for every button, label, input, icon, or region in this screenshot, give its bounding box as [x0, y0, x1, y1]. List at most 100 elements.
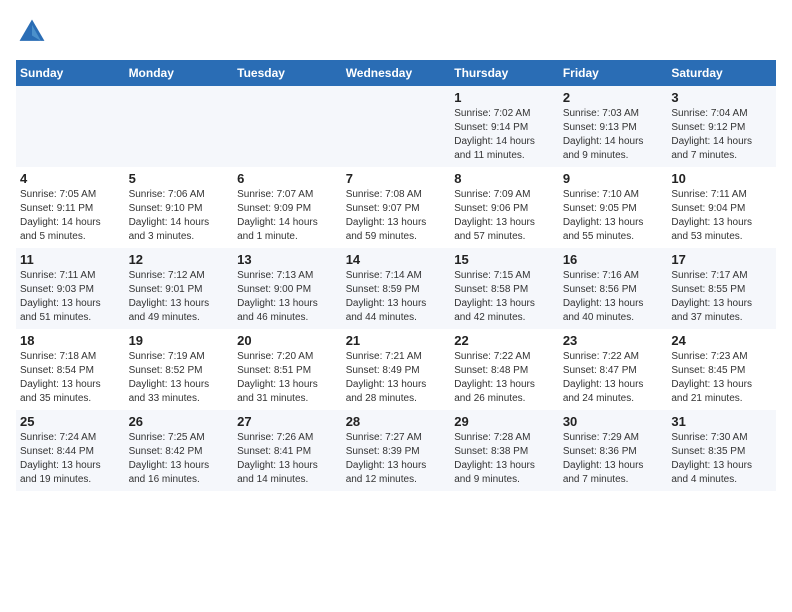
- day-detail: Sunrise: 7:03 AM Sunset: 9:13 PM Dayligh…: [563, 107, 664, 163]
- calendar-cell: [125, 86, 234, 167]
- day-number: 21: [346, 333, 447, 348]
- calendar-cell: 1 Sunrise: 7:02 AM Sunset: 9:14 PM Daylig…: [450, 86, 559, 167]
- calendar-cell: 22Sunrise: 7:22 AM Sunset: 8:48 PM Dayli…: [450, 329, 559, 410]
- calendar-cell: 13 Sunrise: 7:13 AM Sunset: 9:00 PM Dayli…: [233, 248, 342, 329]
- day-detail: Sunrise: 7:02 AM Sunset: 9:14 PM Dayligh…: [454, 107, 555, 163]
- day-number: 25: [20, 414, 121, 429]
- calendar-cell: 4Sunrise: 7:05 AM Sunset: 9:11 PM Daylig…: [16, 167, 125, 248]
- calendar-cell: 2 Sunrise: 7:03 AM Sunset: 9:13 PM Daylig…: [559, 86, 668, 167]
- day-detail: Sunrise: 7:19 AM Sunset: 8:52 PM Dayligh…: [129, 350, 230, 406]
- day-number: 7: [346, 171, 447, 186]
- calendar-cell: 8 Sunrise: 7:09 AM Sunset: 9:06 PM Daylig…: [450, 167, 559, 248]
- calendar-cell: 30 Sunrise: 7:29 AM Sunset: 8:36 PM Dayli…: [559, 410, 668, 491]
- day-detail: Sunrise: 7:04 AM Sunset: 9:12 PM Dayligh…: [671, 107, 772, 163]
- day-detail: Sunrise: 7:07 AM Sunset: 9:09 PM Dayligh…: [237, 188, 338, 244]
- day-detail: Sunrise: 7:10 AM Sunset: 9:05 PM Dayligh…: [563, 188, 664, 244]
- header-day-friday: Friday: [559, 60, 668, 86]
- calendar-cell: 16 Sunrise: 7:16 AM Sunset: 8:56 PM Dayli…: [559, 248, 668, 329]
- calendar-cell: 17 Sunrise: 7:17 AM Sunset: 8:55 PM Dayli…: [667, 248, 776, 329]
- day-detail: Sunrise: 7:22 AM Sunset: 8:48 PM Dayligh…: [454, 350, 555, 406]
- header-day-sunday: Sunday: [16, 60, 125, 86]
- calendar-cell: 25 Sunrise: 7:24 AM Sunset: 8:44 PM Dayli…: [16, 410, 125, 491]
- calendar-week-row: 25 Sunrise: 7:24 AM Sunset: 8:44 PM Dayli…: [16, 410, 776, 491]
- day-number: 26: [129, 414, 230, 429]
- calendar-cell: [342, 86, 451, 167]
- day-detail: Sunrise: 7:06 AM Sunset: 9:10 PM Dayligh…: [129, 188, 230, 244]
- calendar-cell: 24 Sunrise: 7:23 AM Sunset: 8:45 PM Dayli…: [667, 329, 776, 410]
- calendar-cell: 23 Sunrise: 7:22 AM Sunset: 8:47 PM Dayli…: [559, 329, 668, 410]
- day-detail: Sunrise: 7:24 AM Sunset: 8:44 PM Dayligh…: [20, 431, 121, 487]
- day-detail: Sunrise: 7:20 AM Sunset: 8:51 PM Dayligh…: [237, 350, 338, 406]
- day-detail: Sunrise: 7:09 AM Sunset: 9:06 PM Dayligh…: [454, 188, 555, 244]
- calendar-cell: 18Sunrise: 7:18 AM Sunset: 8:54 PM Dayli…: [16, 329, 125, 410]
- day-detail: Sunrise: 7:21 AM Sunset: 8:49 PM Dayligh…: [346, 350, 447, 406]
- calendar-cell: 15 Sunrise: 7:15 AM Sunset: 8:58 PM Dayli…: [450, 248, 559, 329]
- calendar-cell: 27Sunrise: 7:26 AM Sunset: 8:41 PM Dayli…: [233, 410, 342, 491]
- calendar-cell: 21 Sunrise: 7:21 AM Sunset: 8:49 PM Dayli…: [342, 329, 451, 410]
- day-number: 18: [20, 333, 121, 348]
- day-detail: Sunrise: 7:15 AM Sunset: 8:58 PM Dayligh…: [454, 269, 555, 325]
- calendar-cell: 20 Sunrise: 7:20 AM Sunset: 8:51 PM Dayli…: [233, 329, 342, 410]
- day-number: 11: [20, 252, 121, 267]
- day-number: 20: [237, 333, 338, 348]
- calendar-week-row: 18Sunrise: 7:18 AM Sunset: 8:54 PM Dayli…: [16, 329, 776, 410]
- calendar-cell: 3 Sunrise: 7:04 AM Sunset: 9:12 PM Daylig…: [667, 86, 776, 167]
- day-number: 10: [671, 171, 772, 186]
- day-detail: Sunrise: 7:22 AM Sunset: 8:47 PM Dayligh…: [563, 350, 664, 406]
- calendar-cell: 11Sunrise: 7:11 AM Sunset: 9:03 PM Dayli…: [16, 248, 125, 329]
- day-number: 27: [237, 414, 338, 429]
- day-detail: Sunrise: 7:25 AM Sunset: 8:42 PM Dayligh…: [129, 431, 230, 487]
- calendar-week-row: 11Sunrise: 7:11 AM Sunset: 9:03 PM Dayli…: [16, 248, 776, 329]
- header-day-tuesday: Tuesday: [233, 60, 342, 86]
- day-number: 19: [129, 333, 230, 348]
- day-number: 5: [129, 171, 230, 186]
- day-detail: Sunrise: 7:27 AM Sunset: 8:39 PM Dayligh…: [346, 431, 447, 487]
- calendar-cell: 14Sunrise: 7:14 AM Sunset: 8:59 PM Dayli…: [342, 248, 451, 329]
- header-day-monday: Monday: [125, 60, 234, 86]
- day-number: 17: [671, 252, 772, 267]
- header-day-wednesday: Wednesday: [342, 60, 451, 86]
- day-number: 13: [237, 252, 338, 267]
- logo-icon: [16, 16, 48, 48]
- calendar-cell: 6Sunrise: 7:07 AM Sunset: 9:09 PM Daylig…: [233, 167, 342, 248]
- calendar-cell: 12 Sunrise: 7:12 AM Sunset: 9:01 PM Dayli…: [125, 248, 234, 329]
- day-detail: Sunrise: 7:16 AM Sunset: 8:56 PM Dayligh…: [563, 269, 664, 325]
- calendar-cell: 31 Sunrise: 7:30 AM Sunset: 8:35 PM Dayli…: [667, 410, 776, 491]
- calendar-cell: 5 Sunrise: 7:06 AM Sunset: 9:10 PM Daylig…: [125, 167, 234, 248]
- calendar-cell: [233, 86, 342, 167]
- calendar-cell: 10Sunrise: 7:11 AM Sunset: 9:04 PM Dayli…: [667, 167, 776, 248]
- day-number: 15: [454, 252, 555, 267]
- day-number: 24: [671, 333, 772, 348]
- day-detail: Sunrise: 7:17 AM Sunset: 8:55 PM Dayligh…: [671, 269, 772, 325]
- day-number: 12: [129, 252, 230, 267]
- calendar-cell: 7 Sunrise: 7:08 AM Sunset: 9:07 PM Daylig…: [342, 167, 451, 248]
- day-number: 30: [563, 414, 664, 429]
- day-number: 31: [671, 414, 772, 429]
- day-detail: Sunrise: 7:30 AM Sunset: 8:35 PM Dayligh…: [671, 431, 772, 487]
- day-detail: Sunrise: 7:08 AM Sunset: 9:07 PM Dayligh…: [346, 188, 447, 244]
- day-number: 8: [454, 171, 555, 186]
- day-detail: Sunrise: 7:28 AM Sunset: 8:38 PM Dayligh…: [454, 431, 555, 487]
- calendar-table: SundayMondayTuesdayWednesdayThursdayFrid…: [16, 60, 776, 491]
- day-detail: Sunrise: 7:12 AM Sunset: 9:01 PM Dayligh…: [129, 269, 230, 325]
- day-number: 4: [20, 171, 121, 186]
- calendar-cell: 9 Sunrise: 7:10 AM Sunset: 9:05 PM Daylig…: [559, 167, 668, 248]
- day-detail: Sunrise: 7:13 AM Sunset: 9:00 PM Dayligh…: [237, 269, 338, 325]
- day-number: 14: [346, 252, 447, 267]
- page-header: [16, 16, 776, 48]
- day-number: 23: [563, 333, 664, 348]
- calendar-cell: 19 Sunrise: 7:19 AM Sunset: 8:52 PM Dayli…: [125, 329, 234, 410]
- day-detail: Sunrise: 7:23 AM Sunset: 8:45 PM Dayligh…: [671, 350, 772, 406]
- day-number: 9: [563, 171, 664, 186]
- calendar-cell: 26 Sunrise: 7:25 AM Sunset: 8:42 PM Dayli…: [125, 410, 234, 491]
- day-number: 29: [454, 414, 555, 429]
- day-number: 16: [563, 252, 664, 267]
- day-number: 3: [671, 90, 772, 105]
- calendar-cell: 28Sunrise: 7:27 AM Sunset: 8:39 PM Dayli…: [342, 410, 451, 491]
- day-number: 2: [563, 90, 664, 105]
- calendar-week-row: 1 Sunrise: 7:02 AM Sunset: 9:14 PM Daylig…: [16, 86, 776, 167]
- day-number: 1: [454, 90, 555, 105]
- day-detail: Sunrise: 7:29 AM Sunset: 8:36 PM Dayligh…: [563, 431, 664, 487]
- calendar-cell: [16, 86, 125, 167]
- calendar-cell: 29 Sunrise: 7:28 AM Sunset: 8:38 PM Dayli…: [450, 410, 559, 491]
